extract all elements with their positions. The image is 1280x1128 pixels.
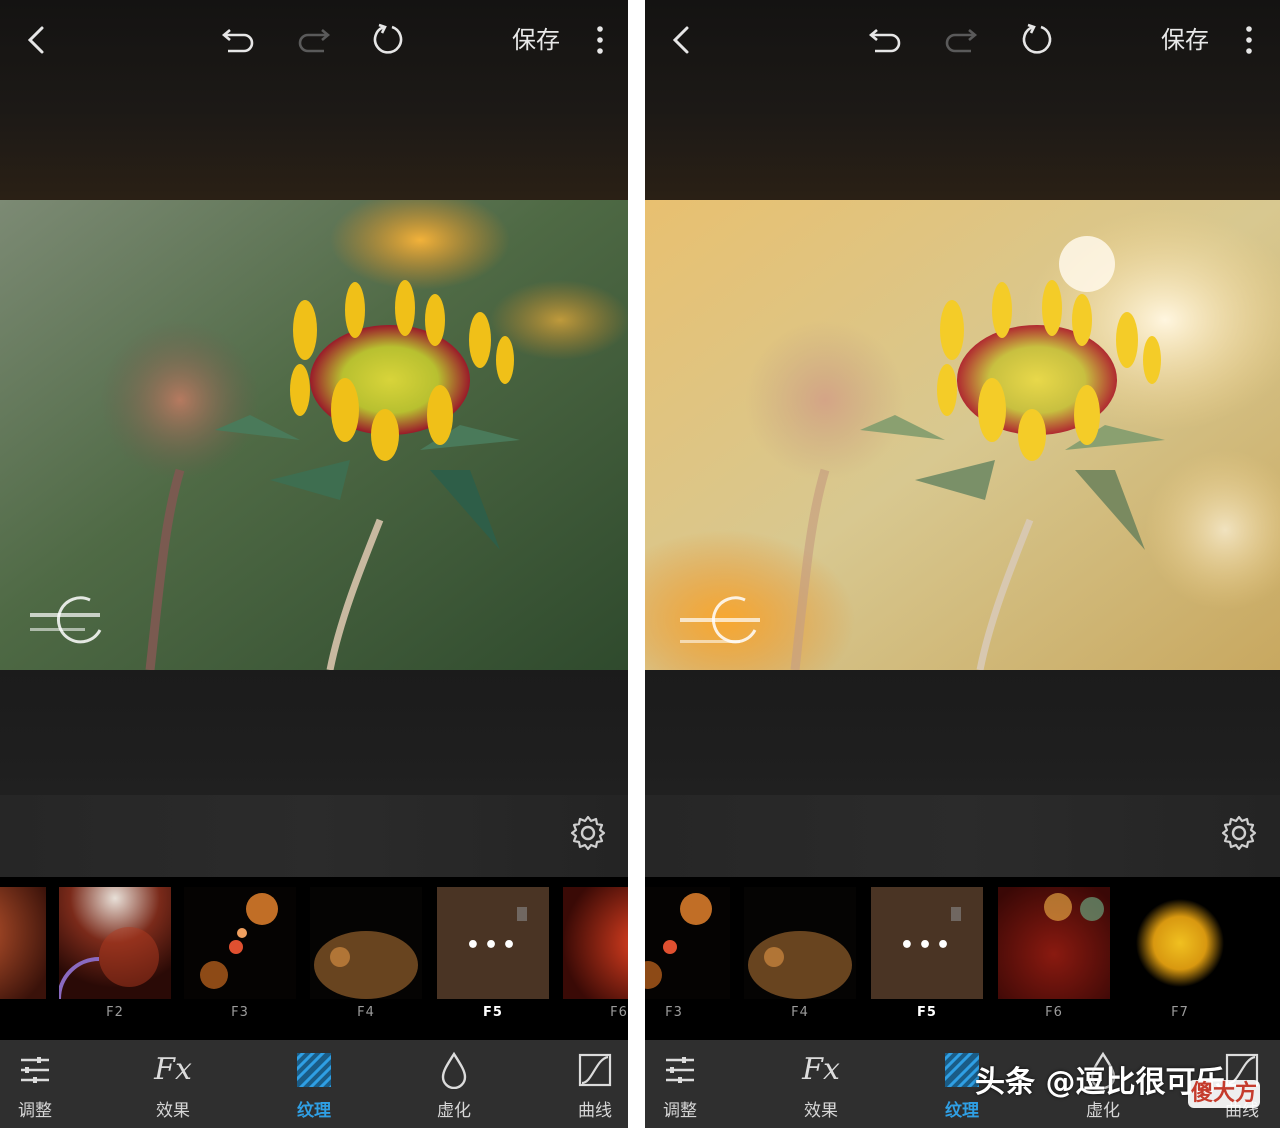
flower-photo-with-texture	[645, 200, 1280, 670]
texture-thumb-f3[interactable]	[184, 887, 296, 999]
canvas-padding	[645, 670, 1280, 795]
droplet-icon	[414, 1050, 494, 1090]
texture-thumb-f5[interactable]: •••	[437, 887, 549, 999]
tab-label: 调整	[663, 1101, 697, 1121]
tab-curves[interactable]: 曲线	[555, 1050, 628, 1121]
tab-effects[interactable]: Fx 效果	[133, 1050, 213, 1121]
save-button[interactable]: 保存	[1161, 22, 1209, 58]
settings-row	[0, 795, 628, 877]
canvas-padding	[0, 670, 628, 795]
top-toolbar: 保存	[645, 0, 1280, 200]
fx-icon: Fx	[154, 1052, 192, 1087]
sliders-icon	[645, 1050, 720, 1090]
back-icon[interactable]	[663, 22, 699, 58]
texture-thumb-f4[interactable]	[744, 887, 856, 999]
panel-divider	[628, 0, 645, 1128]
texture-thumb-f4[interactable]	[310, 887, 422, 999]
texture-thumbnail-strip: F2 F3 F4 ••• F5 F6	[0, 877, 628, 1040]
texture-thumb-f6[interactable]	[998, 887, 1110, 999]
photo-preview[interactable]	[0, 200, 628, 670]
watermark-badge: 傻大方	[1188, 1080, 1260, 1108]
texture-thumb-f6[interactable]	[563, 887, 628, 999]
texture-thumb[interactable]	[0, 887, 46, 999]
tab-label: 曲线	[578, 1101, 612, 1121]
photo-preview[interactable]	[645, 200, 1280, 670]
more-options-indicator[interactable]: •••	[871, 933, 983, 958]
back-icon[interactable]	[18, 22, 54, 58]
top-toolbar: 保存	[0, 0, 628, 200]
tab-label: 纹理	[297, 1101, 331, 1121]
editor-screen-texture-applied: 保存 F3 F4 ••• F5 F6 F7 调整 Fx 效果 纹理 虚化 曲线	[645, 0, 1280, 1128]
more-options-indicator[interactable]: •••	[437, 933, 549, 958]
editor-screen-original: 保存 F2 F3 F4 ••• F5 F6 调整 Fx 效果 纹理 虚化 曲线	[0, 0, 628, 1128]
tab-label: 虚化	[437, 1101, 471, 1121]
redo-icon[interactable]	[296, 22, 332, 58]
sliders-icon	[0, 1050, 75, 1090]
settings-row	[645, 795, 1280, 877]
tab-label: 效果	[804, 1101, 838, 1121]
undo-icon[interactable]	[220, 22, 256, 58]
save-button[interactable]: 保存	[512, 22, 560, 58]
texture-thumb-label: F3	[665, 1005, 683, 1020]
more-menu-icon[interactable]	[590, 22, 610, 58]
tab-adjust[interactable]: 调整	[645, 1050, 720, 1121]
reset-icon[interactable]	[1019, 22, 1055, 58]
tab-adjust[interactable]: 调整	[0, 1050, 75, 1121]
texture-thumb-label: F3	[231, 1005, 249, 1020]
texture-thumb-label: F6	[1045, 1005, 1063, 1020]
texture-thumbnail-strip: F3 F4 ••• F5 F6 F7	[645, 877, 1280, 1040]
curve-icon	[555, 1050, 628, 1090]
texture-thumb-label: F4	[791, 1005, 809, 1020]
undo-icon[interactable]	[867, 22, 903, 58]
tab-effects[interactable]: Fx 效果	[781, 1050, 861, 1121]
gear-icon[interactable]	[1219, 813, 1259, 853]
texture-thumb-label: F5	[483, 1005, 503, 1020]
texture-thumb-label: F6	[610, 1005, 628, 1020]
bottom-tab-bar: 调整 Fx 效果 纹理 虚化 曲线	[0, 1040, 628, 1128]
redo-icon[interactable]	[943, 22, 979, 58]
texture-thumb-f3[interactable]	[645, 887, 730, 999]
texture-thumb-label: F7	[1171, 1005, 1189, 1020]
texture-thumb-f7[interactable]	[1124, 887, 1236, 999]
texture-thumb-label: F5	[917, 1005, 937, 1020]
tab-texture[interactable]: 纹理	[274, 1050, 354, 1121]
texture-thumb-label: F4	[357, 1005, 375, 1020]
fx-icon: Fx	[802, 1052, 840, 1087]
texture-thumb-f2[interactable]	[59, 887, 171, 999]
gear-icon[interactable]	[568, 813, 608, 853]
texture-thumb-f5[interactable]: •••	[871, 887, 983, 999]
tab-blur[interactable]: 虚化	[414, 1050, 494, 1121]
flower-photo	[0, 200, 628, 670]
texture-thumb-label: F2	[106, 1005, 124, 1020]
more-menu-icon[interactable]	[1239, 22, 1259, 58]
texture-stripes-icon	[274, 1050, 354, 1090]
tab-label: 效果	[156, 1101, 190, 1121]
tab-label: 调整	[18, 1101, 52, 1121]
reset-icon[interactable]	[370, 22, 406, 58]
